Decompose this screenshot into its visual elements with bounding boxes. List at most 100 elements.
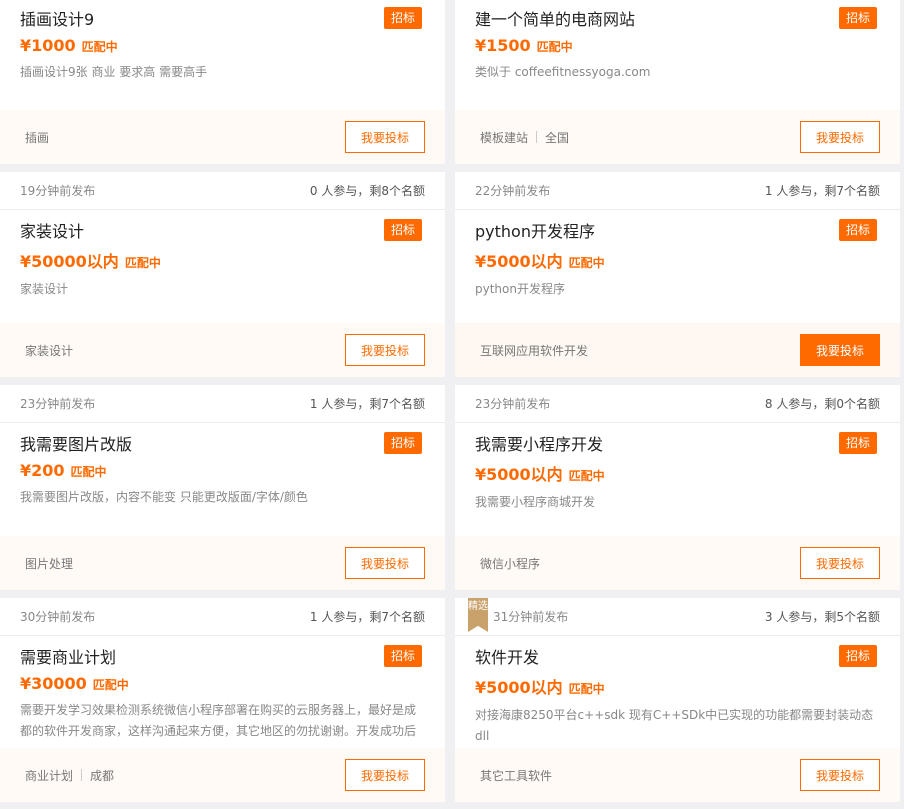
task-tags: 互联网应用软件开发 (480, 342, 588, 359)
task-price: ¥50000以内 (20, 252, 119, 271)
card-footer: 商业计划 成都 我要投标 (0, 748, 445, 802)
participant-count: 8 人参与，剩0个名额 (764, 397, 880, 411)
task-description: 类似于 coffeefitnessyoga.com (475, 65, 651, 79)
card-header: 31分钟前发布 3 人参与，剩5个名额 (455, 598, 900, 636)
task-tag: 其它工具软件 (480, 768, 553, 783)
publish-time: 19分钟前发布 (20, 184, 96, 198)
participant-count: 0 人参与，剩8个名额 (309, 184, 425, 198)
task-card[interactable]: 19分钟前发布 0 人参与，剩8个名额 家装设计 招标 ¥50000以内 匹配中… (0, 172, 445, 377)
submit-bid-button[interactable]: 我要投标 (345, 121, 425, 153)
task-tag: 插画 (25, 130, 50, 145)
tag-divider (536, 131, 538, 143)
card-header: 23分钟前发布 8 人参与，剩0个名额 (455, 385, 900, 423)
task-tags: 模板建站 全国 (480, 129, 569, 146)
bid-type-badge: 招标 (839, 219, 877, 241)
task-tag: 图片处理 (25, 556, 74, 571)
task-price: ¥30000 (20, 674, 87, 693)
task-price: ¥5000以内 (475, 465, 563, 484)
card-footer: 模板建站 全国 我要投标 (455, 110, 900, 164)
task-tag: 模板建站 (480, 130, 529, 145)
card-footer: 微信小程序 我要投标 (455, 536, 900, 590)
card-footer: 图片处理 我要投标 (0, 536, 445, 590)
task-title[interactable]: 家装设计 (20, 218, 84, 242)
task-price: ¥5000以内 (475, 678, 563, 697)
task-title[interactable]: 我需要图片改版 (20, 431, 132, 455)
task-card[interactable]: 建一个简单的电商网站 招标 ¥1500 匹配中 类似于 coffeefitnes… (455, 0, 900, 164)
match-status: 匹配中 (568, 256, 605, 270)
participant-count: 1 人参与，剩7个名额 (764, 184, 880, 198)
card-footer: 其它工具软件 我要投标 (455, 748, 900, 802)
match-status: 匹配中 (81, 40, 118, 54)
match-status: 匹配中 (568, 469, 605, 483)
participant-count: 1 人参与，剩7个名额 (309, 397, 425, 411)
task-tags: 微信小程序 (480, 555, 540, 572)
task-title[interactable]: 插画设计9 (20, 6, 94, 30)
match-status: 匹配中 (92, 678, 129, 692)
task-tag: 微信小程序 (480, 556, 541, 571)
task-tag: 互联网应用软件开发 (480, 343, 589, 358)
task-tags: 插画 (25, 129, 49, 146)
publish-time: 23分钟前发布 (20, 397, 96, 411)
task-description: 家装设计 (20, 282, 69, 296)
submit-bid-button[interactable]: 我要投标 (800, 547, 880, 579)
publish-time: 23分钟前发布 (475, 397, 551, 411)
task-price: ¥1500 (475, 36, 531, 55)
bid-type-badge: 招标 (384, 432, 422, 454)
card-footer: 插画 我要投标 (0, 110, 445, 164)
task-description: 插画设计9张 商业 要求高 需要高手 (20, 65, 208, 79)
tag-divider (81, 769, 83, 781)
bid-type-badge: 招标 (839, 432, 877, 454)
match-status: 匹配中 (568, 682, 605, 696)
task-title[interactable]: 需要商业计划 (20, 644, 116, 668)
match-status: 匹配中 (536, 40, 573, 54)
submit-bid-button[interactable]: 我要投标 (800, 759, 880, 791)
bid-type-badge: 招标 (839, 645, 877, 667)
task-card[interactable]: 插画设计9 招标 ¥1000 匹配中 插画设计9张 商业 要求高 需要高手 插画… (0, 0, 445, 164)
participant-count: 1 人参与，剩7个名额 (309, 610, 425, 624)
bid-type-badge: 招标 (384, 219, 422, 241)
task-tag: 成都 (90, 768, 115, 783)
task-card[interactable]: 22分钟前发布 1 人参与，剩7个名额 python开发程序 招标 ¥5000以… (455, 172, 900, 377)
task-description: 需要开发学习效果检测系统微信小程序部署在购买的云服务器上，最好是成 都的软件开发… (20, 703, 417, 738)
card-header: 23分钟前发布 1 人参与，剩7个名额 (0, 385, 445, 423)
publish-time: 31分钟前发布 (493, 610, 569, 624)
publish-time: 30分钟前发布 (20, 610, 96, 624)
task-card[interactable]: 23分钟前发布 8 人参与，剩0个名额 我需要小程序开发 招标 ¥5000以内 … (455, 385, 900, 590)
task-title[interactable]: 建一个简单的电商网站 (475, 6, 635, 30)
submit-bid-button[interactable]: 我要投标 (345, 759, 425, 791)
card-header: 30分钟前发布 1 人参与，剩7个名额 (0, 598, 445, 636)
card-header: 19分钟前发布 0 人参与，剩8个名额 (0, 172, 445, 210)
task-title[interactable]: 我需要小程序开发 (475, 431, 603, 455)
task-card[interactable]: 30分钟前发布 1 人参与，剩7个名额 需要商业计划 招标 ¥30000 匹配中… (0, 598, 445, 802)
submit-bid-button[interactable]: 我要投标 (800, 121, 880, 153)
card-header: 22分钟前发布 1 人参与，剩7个名额 (455, 172, 900, 210)
submit-bid-button[interactable]: 我要投标 (345, 334, 425, 366)
task-title[interactable]: python开发程序 (475, 218, 595, 242)
task-description: 我需要图片改版，内容不能变 只能更改版面/字体/颜色 (20, 490, 308, 504)
task-tags: 商业计划 成都 (25, 767, 114, 784)
task-description: python开发程序 (475, 282, 565, 296)
task-description: 我需要小程序商城开发 (475, 495, 596, 509)
task-tags: 其它工具软件 (480, 767, 552, 784)
task-price: ¥200 (20, 461, 65, 480)
submit-bid-button[interactable]: 我要投标 (800, 334, 880, 366)
publish-time: 22分钟前发布 (475, 184, 551, 198)
task-tags: 图片处理 (25, 555, 73, 572)
bid-type-badge: 招标 (384, 645, 422, 667)
task-title[interactable]: 软件开发 (475, 644, 539, 668)
bid-type-badge: 招标 (384, 7, 422, 29)
submit-bid-button[interactable]: 我要投标 (345, 547, 425, 579)
task-card[interactable]: 精选 31分钟前发布 3 人参与，剩5个名额 软件开发 招标 ¥5000以内 匹… (455, 598, 900, 802)
match-status: 匹配中 (70, 465, 107, 479)
task-tag: 商业计划 (25, 768, 74, 783)
task-description: 对接海康8250平台c++sdk 现有C++SDk中已实现的功能都需要封装动态d… (475, 708, 874, 743)
participant-count: 3 人参与，剩5个名额 (764, 610, 880, 624)
task-tag: 全国 (545, 130, 570, 145)
task-tag: 家装设计 (25, 343, 74, 358)
task-card[interactable]: 23分钟前发布 1 人参与，剩7个名额 我需要图片改版 招标 ¥200 匹配中 … (0, 385, 445, 590)
bid-type-badge: 招标 (839, 7, 877, 29)
task-tags: 家装设计 (25, 342, 73, 359)
card-footer: 家装设计 我要投标 (0, 323, 445, 377)
task-price: ¥5000以内 (475, 252, 563, 271)
card-footer: 互联网应用软件开发 我要投标 (455, 323, 900, 377)
